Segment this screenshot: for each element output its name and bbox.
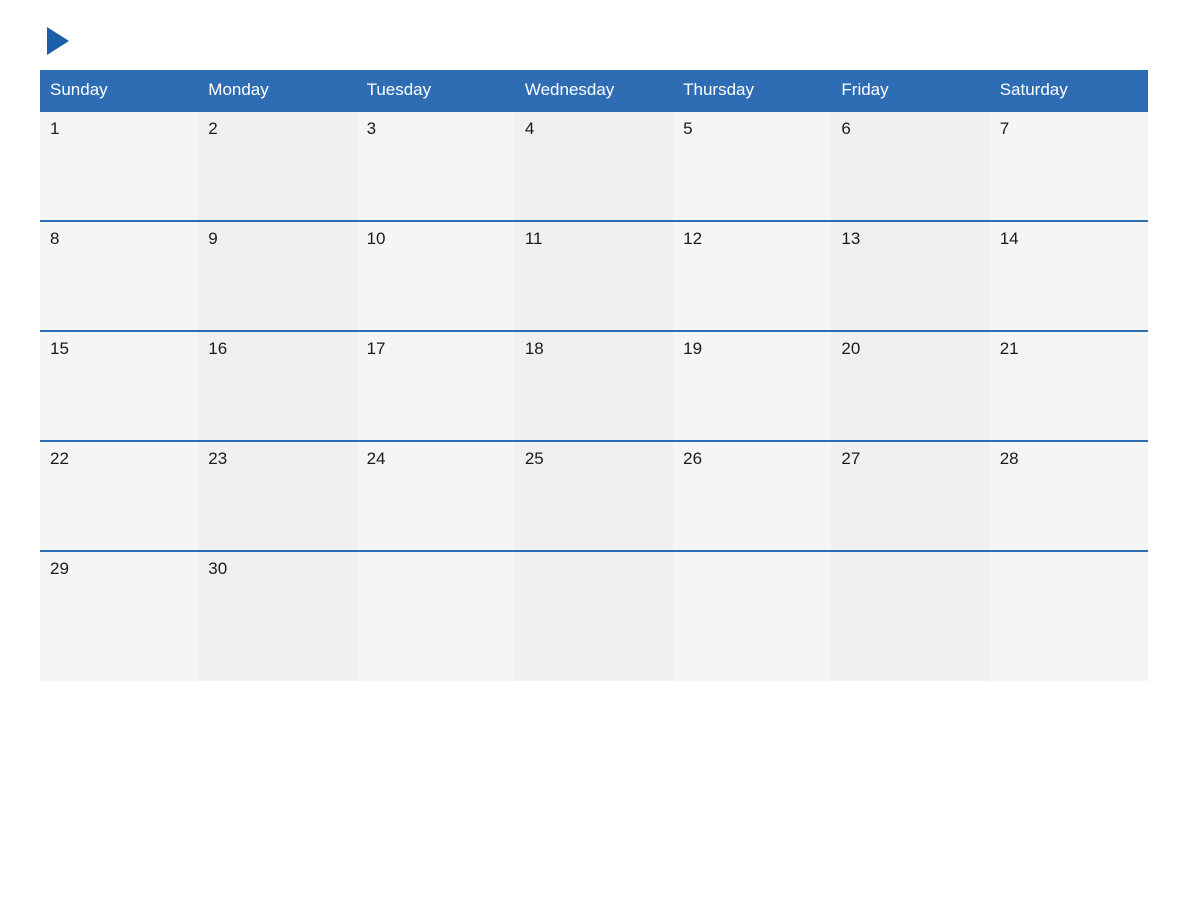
weekday-header-wednesday: Wednesday [515, 70, 673, 111]
day-number: 5 [683, 119, 692, 138]
calendar-day-cell: 21 [990, 331, 1148, 441]
day-number: 19 [683, 339, 702, 358]
calendar-day-cell: 14 [990, 221, 1148, 331]
calendar-day-cell: 10 [357, 221, 515, 331]
calendar-day-cell: 1 [40, 111, 198, 221]
weekday-header-sunday: Sunday [40, 70, 198, 111]
day-number: 8 [50, 229, 59, 248]
weekday-header-saturday: Saturday [990, 70, 1148, 111]
day-number: 7 [1000, 119, 1009, 138]
calendar-day-cell: 20 [831, 331, 989, 441]
day-number: 14 [1000, 229, 1019, 248]
calendar-week-5: 29 30 [40, 551, 1148, 681]
day-number: 30 [208, 559, 227, 578]
day-number: 6 [841, 119, 850, 138]
calendar-day-cell: 28 [990, 441, 1148, 551]
weekday-header-thursday: Thursday [673, 70, 831, 111]
day-number: 9 [208, 229, 217, 248]
calendar-week-1: 1 2 3 4 5 6 7 [40, 111, 1148, 221]
calendar-day-cell: 18 [515, 331, 673, 441]
weekday-header-tuesday: Tuesday [357, 70, 515, 111]
calendar-day-cell: 19 [673, 331, 831, 441]
calendar-day-cell: 11 [515, 221, 673, 331]
logo-triangle-icon [47, 27, 69, 55]
page-header [40, 30, 1148, 52]
day-number: 11 [525, 229, 543, 248]
weekday-header-monday: Monday [198, 70, 356, 111]
calendar-day-cell: 8 [40, 221, 198, 331]
calendar-day-cell: 3 [357, 111, 515, 221]
calendar-day-cell: 22 [40, 441, 198, 551]
day-number: 24 [367, 449, 386, 468]
day-number: 17 [367, 339, 386, 358]
calendar-day-cell: 25 [515, 441, 673, 551]
day-number: 22 [50, 449, 69, 468]
calendar-day-cell: 7 [990, 111, 1148, 221]
calendar-table: SundayMondayTuesdayWednesdayThursdayFrid… [40, 70, 1148, 681]
day-number: 15 [50, 339, 69, 358]
day-number: 26 [683, 449, 702, 468]
calendar-week-2: 8 9 10 11 12 13 14 [40, 221, 1148, 331]
calendar-day-cell [990, 551, 1148, 681]
day-number: 4 [525, 119, 534, 138]
day-number: 12 [683, 229, 702, 248]
day-number: 23 [208, 449, 227, 468]
calendar-day-cell: 13 [831, 221, 989, 331]
day-number: 18 [525, 339, 544, 358]
calendar-day-cell [357, 551, 515, 681]
logo [40, 30, 72, 52]
day-number: 13 [841, 229, 860, 248]
logo-general [40, 30, 72, 52]
calendar-week-3: 15 16 17 18 19 20 21 [40, 331, 1148, 441]
day-number: 20 [841, 339, 860, 358]
calendar-day-cell: 26 [673, 441, 831, 551]
day-number: 27 [841, 449, 860, 468]
calendar-day-cell: 6 [831, 111, 989, 221]
calendar-day-cell: 5 [673, 111, 831, 221]
day-number: 3 [367, 119, 376, 138]
calendar-day-cell [515, 551, 673, 681]
calendar-day-cell [673, 551, 831, 681]
calendar-day-cell: 24 [357, 441, 515, 551]
day-number: 16 [208, 339, 227, 358]
calendar-body: 1234567891011121314151617181920212223242… [40, 111, 1148, 681]
calendar-day-cell: 9 [198, 221, 356, 331]
calendar-day-cell: 29 [40, 551, 198, 681]
calendar-day-cell: 15 [40, 331, 198, 441]
weekday-header-row: SundayMondayTuesdayWednesdayThursdayFrid… [40, 70, 1148, 111]
calendar-day-cell: 2 [198, 111, 356, 221]
day-number: 28 [1000, 449, 1019, 468]
day-number: 29 [50, 559, 69, 578]
calendar-week-4: 22 23 24 25 26 27 28 [40, 441, 1148, 551]
calendar-day-cell [831, 551, 989, 681]
calendar-day-cell: 4 [515, 111, 673, 221]
calendar-day-cell: 16 [198, 331, 356, 441]
weekday-header-friday: Friday [831, 70, 989, 111]
day-number: 10 [367, 229, 386, 248]
day-number: 1 [50, 119, 59, 138]
calendar-header: SundayMondayTuesdayWednesdayThursdayFrid… [40, 70, 1148, 111]
calendar-day-cell: 12 [673, 221, 831, 331]
day-number: 21 [1000, 339, 1019, 358]
calendar-day-cell: 23 [198, 441, 356, 551]
calendar-day-cell: 27 [831, 441, 989, 551]
calendar-day-cell: 30 [198, 551, 356, 681]
day-number: 25 [525, 449, 544, 468]
calendar-day-cell: 17 [357, 331, 515, 441]
day-number: 2 [208, 119, 217, 138]
